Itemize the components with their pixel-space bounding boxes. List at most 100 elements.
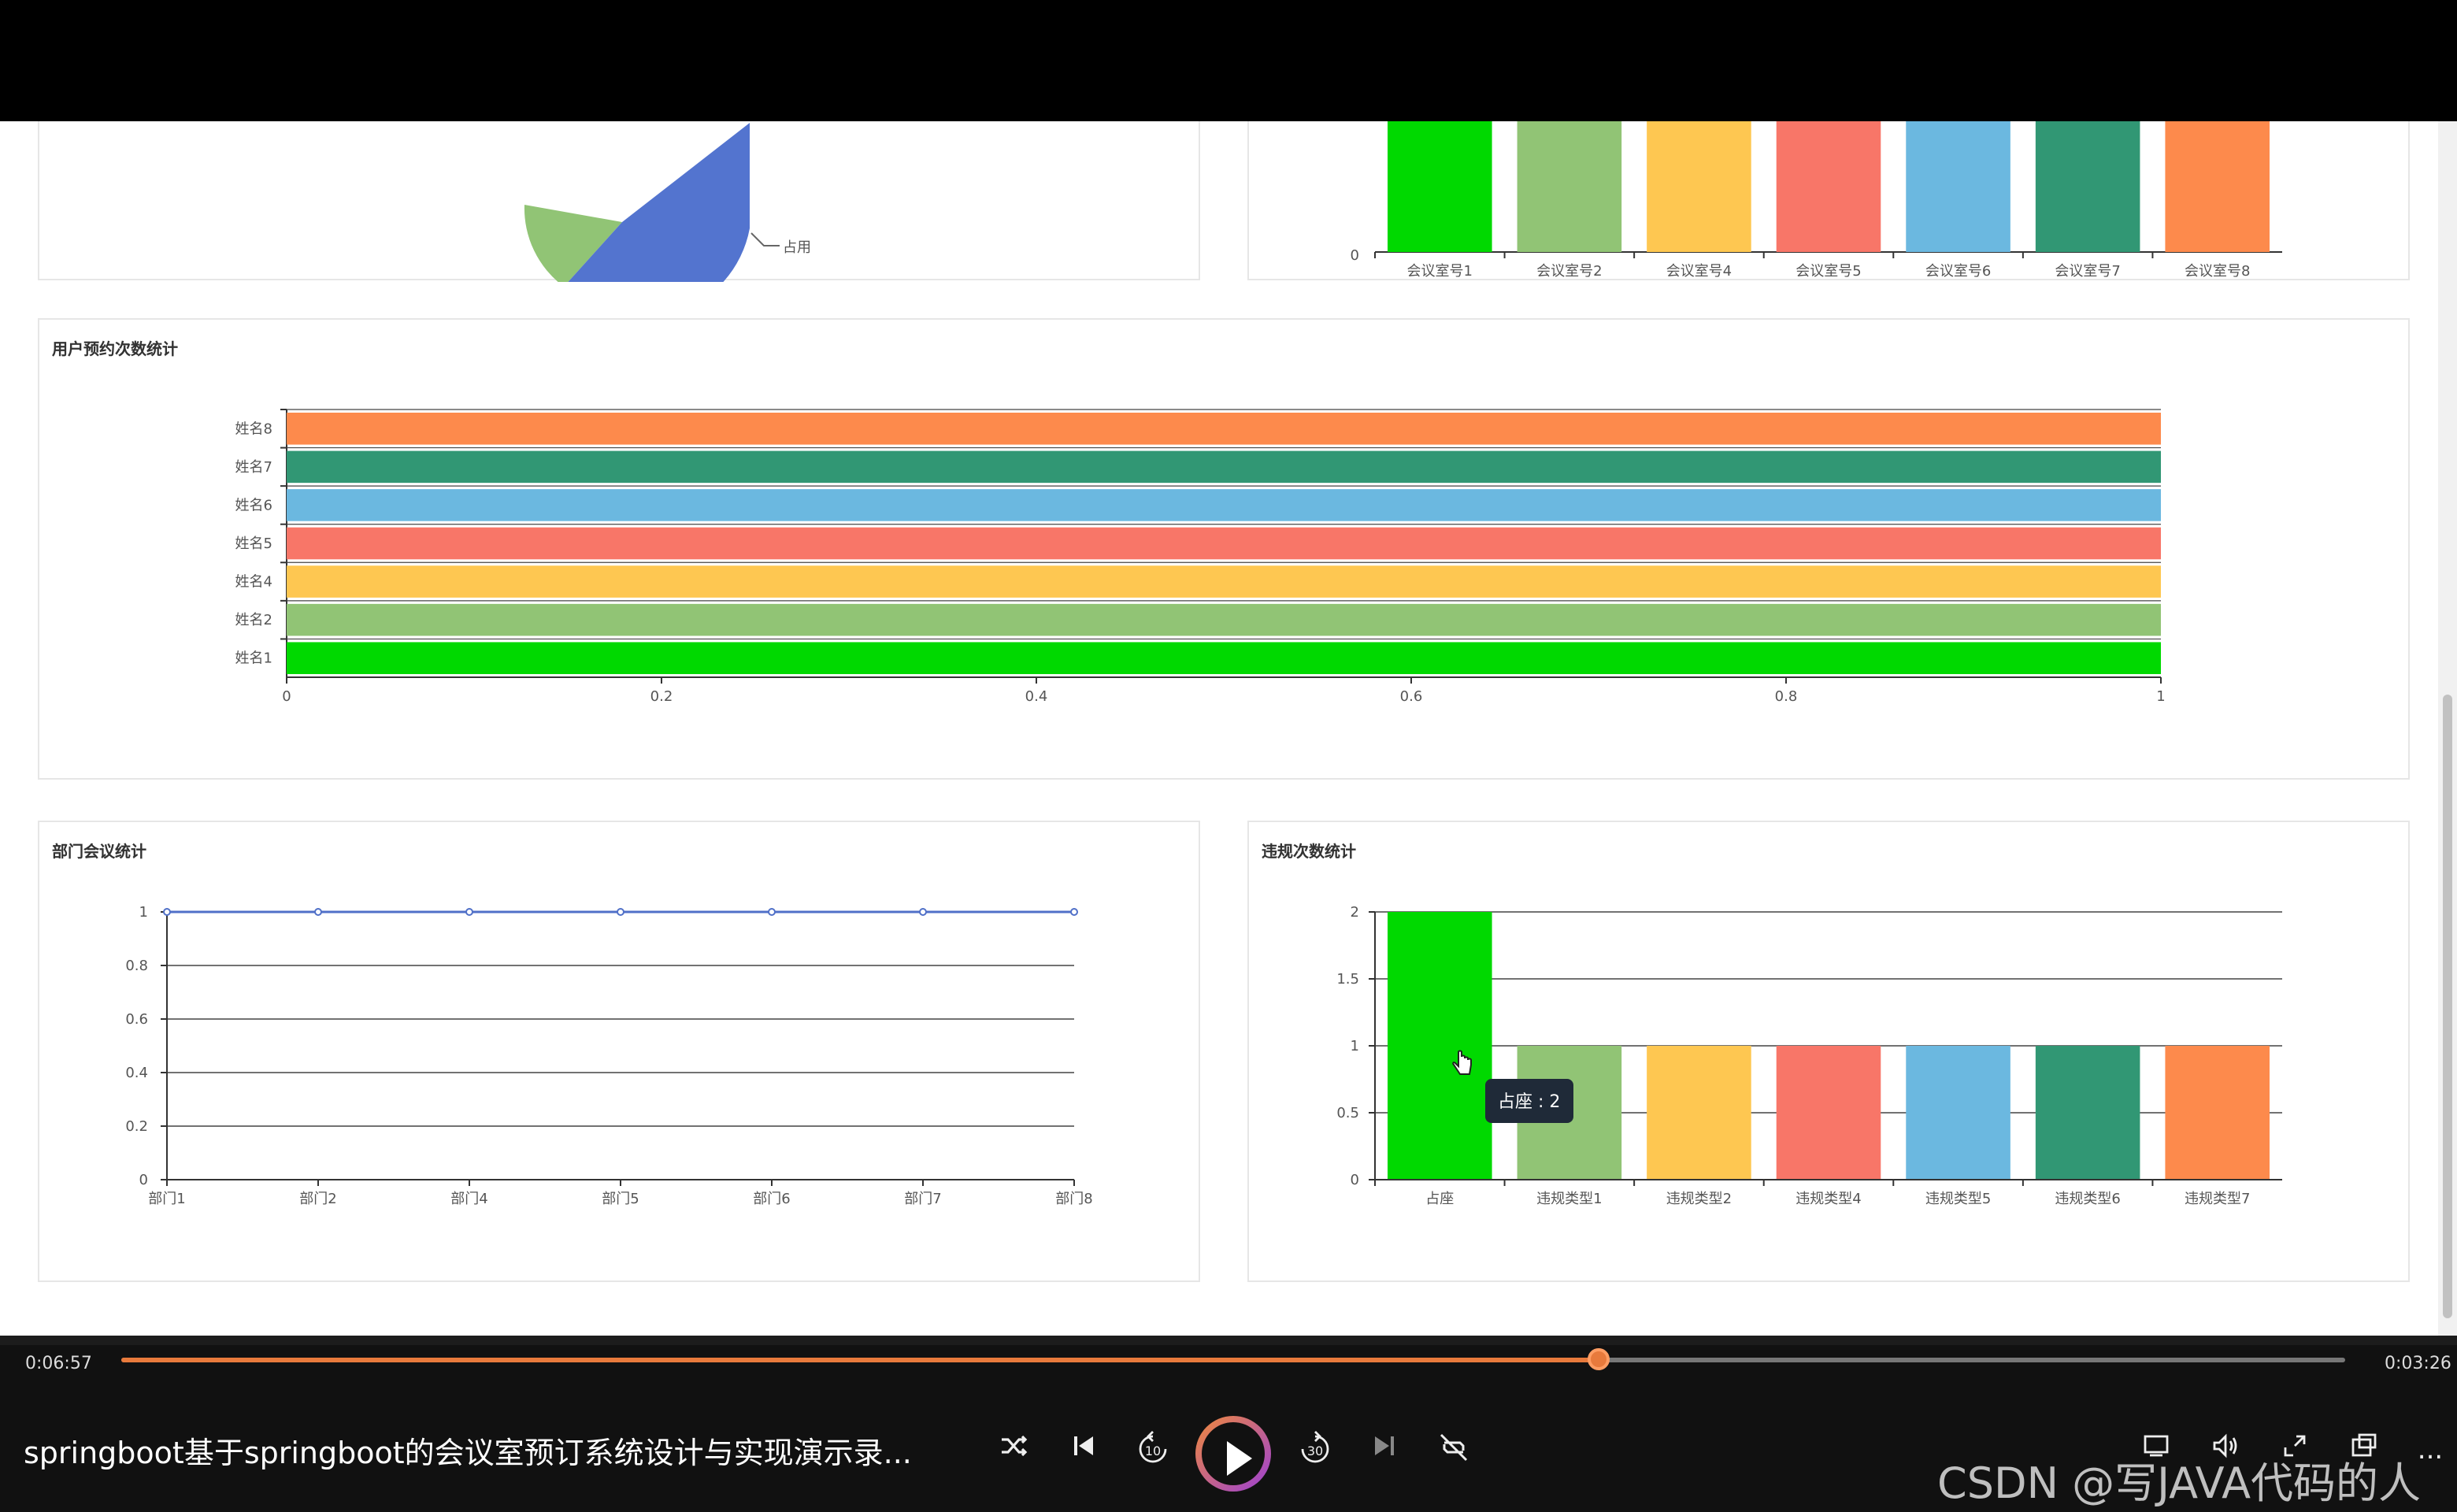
user-x-tick-label: 0.8 (1775, 688, 1798, 705)
rewind-10-label: 10 (1145, 1443, 1161, 1458)
room-bar-x-label: 会议室号5 (1796, 263, 1861, 280)
dept-x-label: 部门1 (148, 1191, 185, 1207)
viol-y-tick-label: 0 (1351, 1172, 1359, 1188)
dashboard-page: 占用 0 会议室号1 会议室号2 会议室号4 会议室号5 会议室号6 会议室号7 会议室号8… (0, 121, 2457, 1336)
room-bar-mark[interactable] (1776, 121, 1881, 252)
dept-y-tick-label: 0.6 (125, 1011, 148, 1028)
progress-track[interactable] (121, 1348, 2345, 1370)
room-bar-x-label: 会议室号1 (1407, 263, 1473, 280)
viol-x-label: 违规类型6 (2055, 1191, 2120, 1207)
user-stats-card: 用户预约次数统计 0 0.2 0.4 0.6 0.8 1 姓名1 姓名2 姓名4 姓名5 姓名6 姓名… (38, 318, 2410, 780)
video-title: springboot基于springboot的会议室预订系统设计与实现演示录..… (24, 1436, 912, 1471)
pie-label-line (750, 232, 780, 246)
user-y-label: 姓名4 (235, 574, 272, 591)
viol-bar-mark[interactable] (1906, 1046, 2010, 1180)
pie-slice-blue[interactable] (564, 123, 750, 319)
rewind-10-icon[interactable]: 10 (1132, 1430, 1173, 1471)
dept-point[interactable] (768, 908, 776, 916)
dept-x-label: 部门5 (602, 1191, 639, 1207)
room-bar-mark[interactable] (1906, 121, 2010, 252)
user-y-label: 姓名6 (235, 497, 272, 513)
play-button-inner (1202, 1422, 1265, 1485)
viol-x-label: 违规类型1 (1536, 1191, 1602, 1207)
dept-x-label: 部门8 (1055, 1191, 1092, 1207)
violation-stats-card: 违规次数统计 0 0.5 1 1.5 2 占座 违规类型1 违规类型2 违规类型4 违规类型5 违规… (1247, 821, 2410, 1282)
viol-x-label: 违规类型7 (2185, 1191, 2250, 1207)
room-bar-mark[interactable] (2035, 121, 2140, 252)
user-bar-mark[interactable] (287, 413, 2161, 445)
dept-x-label: 部门7 (904, 1191, 941, 1207)
dept-stats-chart: 0 0.2 0.4 0.6 0.8 1 部门1 部门2 部门4 部门5 部门6 部门7 部门8 (125, 904, 1092, 1207)
room-bar-mark[interactable] (2165, 121, 2270, 252)
dept-point[interactable] (314, 908, 322, 916)
viol-bar-mark[interactable] (2165, 1046, 2270, 1180)
user-bar-mark[interactable] (287, 450, 2161, 484)
loop-off-icon[interactable] (1433, 1430, 1474, 1471)
play-icon (1227, 1441, 1252, 1476)
user-x-tick-label: 0.6 (1400, 688, 1423, 705)
hand-cursor-icon (1452, 1050, 1472, 1075)
scrollbar-thumb[interactable] (2443, 695, 2452, 1318)
viol-bar-mark[interactable] (1647, 1046, 1751, 1180)
page-scrollbar[interactable] (2438, 121, 2457, 1336)
room-bar-x-label: 会议室号6 (1925, 263, 1991, 280)
room-pie-chart: 占用 (524, 123, 811, 319)
room-bar-x-label: 会议室号4 (1666, 263, 1732, 280)
dept-y-tick-label: 1 (139, 904, 148, 921)
dept-point[interactable] (465, 908, 473, 916)
user-y-label: 姓名2 (235, 612, 272, 628)
progress-handle[interactable] (1587, 1348, 1610, 1370)
viol-y-tick-label: 1 (1351, 1038, 1359, 1054)
user-bar-mark[interactable] (287, 642, 2161, 674)
player-top-strip (0, 1336, 2457, 1345)
user-bar-mark[interactable] (287, 565, 2161, 598)
user-y-label: 姓名7 (235, 459, 272, 476)
room-bar-mark[interactable] (1517, 121, 1622, 252)
chart-tooltip: 占座 : 2 (1485, 1079, 1573, 1123)
forward-30-label: 30 (1307, 1443, 1323, 1458)
viol-x-label: 违规类型2 (1666, 1191, 1732, 1207)
viol-bar-mark[interactable] (1388, 912, 1492, 1180)
dept-y-tick-label: 0 (139, 1172, 148, 1188)
viol-bar-mark[interactable] (2035, 1046, 2140, 1180)
room-bar-mark[interactable] (1647, 121, 1751, 252)
play-button[interactable] (1195, 1416, 1271, 1492)
viol-bar-mark[interactable] (1776, 1046, 1881, 1180)
viol-y-tick-label: 1.5 (1336, 971, 1359, 988)
viol-x-label: 占座 (1425, 1191, 1454, 1207)
screen: 占用 0 会议室号1 会议室号2 会议室号4 会议室号5 会议室号6 会议室号7 会议室号8… (0, 0, 2457, 1512)
user-x-tick-label: 1 (2156, 688, 2165, 705)
dept-point[interactable] (919, 908, 927, 916)
progress-fill (121, 1358, 1599, 1362)
user-bar-mark[interactable] (287, 527, 2161, 560)
user-stats-chart: 0 0.2 0.4 0.6 0.8 1 姓名1 姓名2 姓名4 姓名5 姓名6 姓名7 姓名8 (235, 409, 2166, 705)
shuffle-icon[interactable] (994, 1430, 1035, 1471)
next-icon[interactable] (1364, 1430, 1405, 1471)
user-y-label: 姓名1 (235, 650, 272, 667)
dept-stats-card: 部门会议统计 0 0.2 0.4 0.6 0.8 1 部门1 部门2 部门4 部门5 部门6 部门7 部… (38, 821, 1200, 1282)
room-bar-mark[interactable] (1388, 121, 1492, 252)
user-x-tick-label: 0.4 (1025, 688, 1048, 705)
room-bar-y-tick-0: 0 (1351, 247, 1359, 264)
dept-point[interactable] (1070, 908, 1078, 916)
viol-y-tick-label: 2 (1351, 904, 1359, 921)
user-y-label: 姓名8 (235, 421, 272, 437)
current-time: 0:06:57 (25, 1353, 92, 1373)
user-bar-mark[interactable] (287, 603, 2161, 636)
forward-30-icon[interactable]: 30 (1295, 1430, 1336, 1471)
room-bar-chart: 0 会议室号1 会议室号2 会议室号4 会议室号5 会议室号6 会议室号7 会议室号8 (1351, 121, 2282, 280)
dept-x-label: 部门4 (450, 1191, 487, 1207)
user-y-label: 姓名5 (235, 536, 272, 552)
dept-y-tick-label: 0.4 (125, 1065, 148, 1081)
dept-point[interactable] (617, 908, 624, 916)
tooltip-text: 占座 : 2 (1498, 1091, 1561, 1112)
user-x-tick-label: 0 (282, 688, 291, 705)
user-x-tick-label: 0.2 (650, 688, 673, 705)
prev-icon[interactable] (1063, 1430, 1104, 1471)
duration-time: 0:03:26 (2385, 1353, 2451, 1373)
csdn-watermark: CSDN @写JAVA代码的人 (1937, 1460, 2422, 1509)
room-bar-card: 0 会议室号1 会议室号2 会议室号4 会议室号5 会议室号6 会议室号7 会议室号8 (1247, 121, 2410, 280)
dept-point[interactable] (163, 908, 171, 916)
user-bar-mark[interactable] (287, 489, 2161, 521)
viol-x-label: 违规类型5 (1925, 1191, 1991, 1207)
